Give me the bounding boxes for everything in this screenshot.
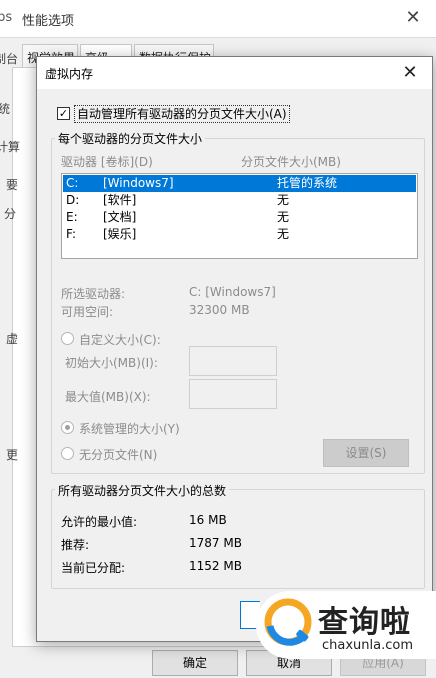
list-item[interactable]: C: [Windows7] 托管的系统 bbox=[63, 175, 416, 192]
selected-drive-value: C: [Windows7] bbox=[189, 285, 276, 299]
dialog-title: 虚拟内存 bbox=[45, 67, 94, 81]
drive-volume-label: [娱乐] bbox=[103, 227, 137, 241]
parent-edge-text: cps bbox=[0, 10, 13, 25]
watermark-brand: 查询啦 bbox=[318, 605, 411, 640]
column-header-drive: 驱动器 [卷标](D) bbox=[61, 155, 153, 169]
custom-size-label[interactable]: 自定义大小(C): bbox=[79, 331, 161, 348]
edge-fragment: 虚 bbox=[6, 332, 19, 346]
drive-paging-size: 无 bbox=[277, 210, 290, 224]
drive-volume-label: [Windows7] bbox=[103, 176, 174, 190]
edge-fragment: 要 bbox=[6, 178, 19, 192]
drive-volume-label: [软件] bbox=[103, 193, 137, 207]
list-item[interactable]: D: [软件] 无 bbox=[63, 192, 416, 209]
watermark-logo-icon bbox=[264, 598, 312, 646]
edge-fragment: 更 bbox=[6, 448, 19, 462]
auto-manage-label[interactable]: 自动管理所有驱动器的分页文件大小(A) bbox=[74, 105, 290, 123]
drive-volume-label: [文档] bbox=[103, 210, 137, 224]
current-allocated-label: 当前已分配: bbox=[61, 561, 126, 575]
radio-selected-dot bbox=[65, 425, 70, 430]
custom-size-radio[interactable] bbox=[61, 332, 74, 345]
drive-letter: F: bbox=[66, 227, 77, 241]
system-managed-label[interactable]: 系统管理的大小(Y) bbox=[79, 420, 180, 437]
list-item[interactable]: E: [文档] 无 bbox=[63, 209, 416, 226]
watermark-domain: chaxunla.com bbox=[322, 638, 413, 653]
list-item[interactable]: F: [娱乐] 无 bbox=[63, 226, 416, 243]
edge-fragment: 分 bbox=[4, 207, 17, 221]
max-size-label: 最大值(MB)(X): bbox=[65, 390, 151, 404]
set-button[interactable]: 设置(S) bbox=[323, 439, 409, 467]
system-managed-radio[interactable] bbox=[61, 421, 74, 434]
drive-letter: E: bbox=[66, 210, 78, 224]
edge-fragment: 统 bbox=[0, 102, 11, 116]
drive-letter: C: bbox=[66, 176, 79, 190]
edge-fragment: 制台 bbox=[0, 52, 19, 66]
free-space-value: 32300 MB bbox=[189, 303, 250, 317]
drive-paging-size: 无 bbox=[277, 193, 290, 207]
drive-paging-size: 托管的系统 bbox=[277, 176, 338, 190]
drive-letter: D: bbox=[66, 193, 80, 207]
drive-paging-size: 无 bbox=[277, 227, 290, 241]
selected-drive-label: 所选驱动器: bbox=[61, 287, 126, 301]
column-header-size: 分页文件大小(MB) bbox=[241, 155, 341, 169]
no-paging-label[interactable]: 无分页文件(N) bbox=[79, 446, 157, 463]
min-allowed-label: 允许的最小值: bbox=[61, 515, 138, 529]
edge-fragment: 计算 bbox=[0, 140, 21, 154]
dialog-titlebar: 虚拟内存 ✕ bbox=[37, 57, 432, 89]
initial-size-label: 初始大小(MB)(I): bbox=[65, 356, 158, 370]
max-size-input[interactable] bbox=[189, 379, 277, 409]
min-allowed-value: 16 MB bbox=[189, 513, 227, 527]
initial-size-input[interactable] bbox=[189, 346, 277, 376]
virtual-memory-dialog: 虚拟内存 ✕ ✓ 自动管理所有驱动器的分页文件大小(A) 每个驱动器的分页文件大… bbox=[36, 56, 433, 642]
current-allocated-value: 1152 MB bbox=[189, 559, 242, 573]
close-icon[interactable]: ✕ bbox=[398, 61, 422, 85]
auto-manage-checkbox[interactable]: ✓ bbox=[57, 107, 70, 120]
totals-group-title: 所有驱动器分页文件大小的总数 bbox=[55, 482, 230, 499]
parent-close-icon[interactable]: ✕ bbox=[402, 7, 424, 29]
free-space-label: 可用空间: bbox=[61, 305, 114, 319]
ok-button[interactable]: 确定 bbox=[152, 650, 238, 676]
drive-list[interactable]: C: [Windows7] 托管的系统 D: [软件] 无 E: [文档] 无 … bbox=[61, 173, 418, 259]
recommended-value: 1787 MB bbox=[189, 536, 242, 550]
parent-window-title: 性能选项 bbox=[22, 14, 75, 29]
recommended-label: 推荐: bbox=[61, 538, 90, 552]
parent-titlebar: cps 性能选项 ✕ bbox=[0, 0, 436, 38]
drives-group-title: 每个驱动器的分页文件大小 bbox=[55, 130, 206, 147]
no-paging-radio[interactable] bbox=[61, 447, 74, 460]
